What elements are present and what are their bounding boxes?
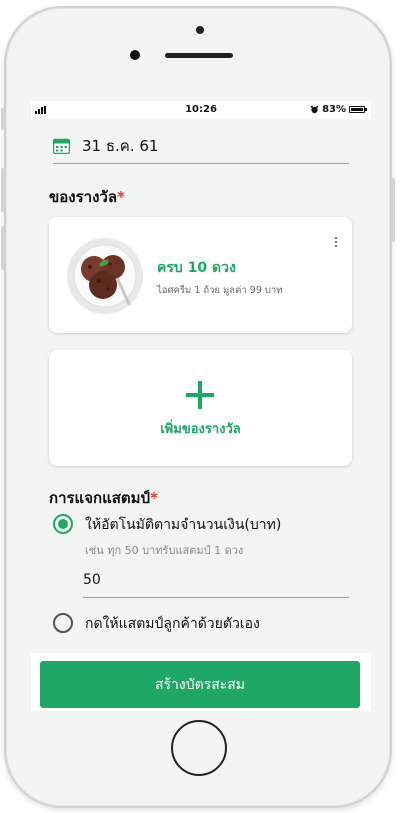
plus-icon bbox=[186, 381, 214, 409]
home-button[interactable] bbox=[171, 720, 227, 776]
date-field[interactable]: 31 ธ.ค. 61 bbox=[53, 129, 349, 164]
radio-manual-stamp[interactable] bbox=[53, 613, 73, 633]
calendar-icon bbox=[53, 138, 70, 154]
option-auto-hint: เช่น ทุก 50 บาทรับแสตมป์ 1 ดวง bbox=[85, 544, 244, 557]
option-manual-label: กดให้แสตมป์ลูกค้าด้วยตัวเอง bbox=[85, 616, 260, 632]
reward-card[interactable]: ครบ 10 ดวง ไอศครีม 1 ถ้วย มูลค่า 99 บาท bbox=[49, 217, 352, 333]
app-screen: 10:26 83% 31 ธ.ค. 61 ของรางวัล* ครบ 10 ด… bbox=[31, 101, 371, 711]
alarm-icon bbox=[310, 105, 319, 114]
front-camera bbox=[130, 50, 140, 60]
add-reward-label: เพิ่มของรางวัล bbox=[160, 422, 241, 437]
earpiece-speaker bbox=[165, 53, 233, 58]
reward-image bbox=[67, 238, 143, 314]
battery-icon bbox=[349, 106, 367, 113]
amount-input[interactable]: 50 bbox=[83, 563, 349, 598]
side-button bbox=[1, 108, 4, 130]
volume-up-button bbox=[1, 168, 4, 212]
power-button bbox=[392, 178, 395, 242]
stamp-section-label: การแจกแสตมป์* bbox=[49, 489, 158, 507]
more-options-icon[interactable] bbox=[330, 237, 342, 257]
create-card-button[interactable]: สร้างบัตรสะสม bbox=[40, 661, 360, 708]
reward-title: ครบ 10 ดวง bbox=[157, 260, 236, 276]
required-mark: * bbox=[150, 489, 158, 507]
required-mark: * bbox=[117, 188, 125, 206]
bottom-bar: สร้างบัตรสะสม bbox=[31, 653, 371, 711]
add-reward-button[interactable]: เพิ่มของรางวัล bbox=[49, 350, 352, 466]
proximity-sensor bbox=[196, 26, 204, 34]
reward-subtitle: ไอศครีม 1 ถ้วย มูลค่า 99 บาท bbox=[157, 285, 283, 296]
radio-auto-stamp[interactable] bbox=[53, 514, 73, 534]
volume-down-button bbox=[1, 226, 4, 270]
option-auto-label: ให้อัตโนมัติตามจำนวนเงิน(บาท) bbox=[85, 517, 282, 533]
battery-percent: 83% bbox=[322, 104, 346, 115]
reward-section-label: ของรางวัล* bbox=[49, 188, 125, 206]
status-bar: 10:26 83% bbox=[31, 101, 371, 119]
date-value: 31 ธ.ค. 61 bbox=[82, 137, 159, 155]
